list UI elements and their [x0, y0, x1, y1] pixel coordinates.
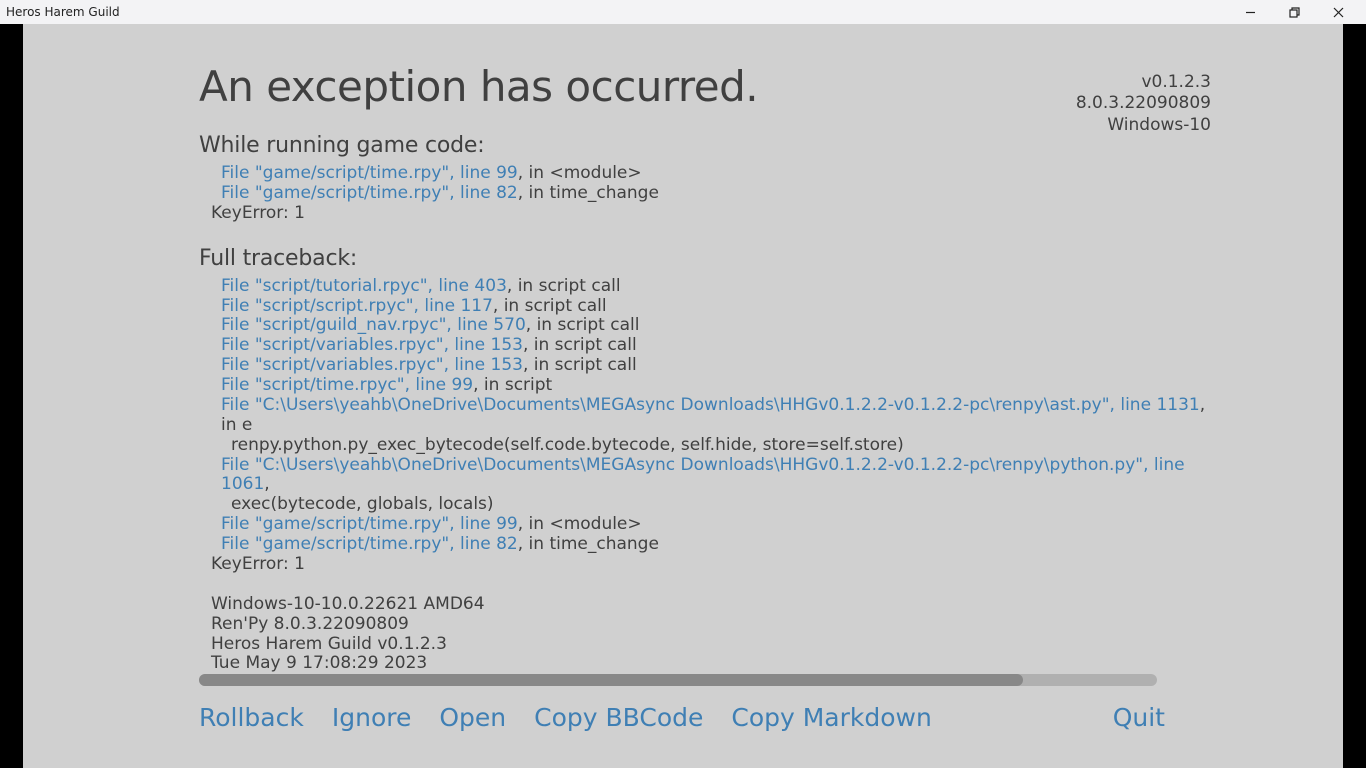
section-running-title: While running game code:: [199, 133, 1213, 158]
trace-file-link[interactable]: File "game/script/time.rpy", line 99: [221, 163, 518, 183]
keyerror-1: KeyError: 1: [199, 204, 1213, 224]
window-titlebar: Heros Harem Guild: [0, 0, 1366, 24]
trace-subline: renpy.python.py_exec_bytecode(self.code.…: [199, 436, 1213, 456]
meta-line: Ren'Py 8.0.3.22090809: [211, 615, 1213, 635]
trace-line: File "game/script/time.rpy", line 82, in…: [199, 184, 1213, 204]
close-icon: [1333, 7, 1344, 18]
trace-line: File "script/variables.rpyc", line 153, …: [199, 336, 1213, 356]
maximize-button[interactable]: [1272, 0, 1316, 24]
meta-line: Windows-10-10.0.22621 AMD64: [211, 595, 1213, 615]
minimize-icon: [1245, 7, 1256, 18]
horizontal-scrollbar[interactable]: [199, 674, 1157, 686]
section-traceback-title: Full traceback:: [199, 246, 1213, 271]
trace-context: , in script call: [523, 335, 637, 355]
meta-line: Tue May 9 17:08:29 2023: [211, 654, 1213, 674]
trace-file-link[interactable]: File "script/script.rpyc", line 117: [221, 296, 493, 316]
trace-line: File "game/script/time.rpy", line 99, in…: [199, 164, 1213, 184]
trace-line: File "C:\Users\yeahb\OneDrive\Documents\…: [199, 456, 1213, 496]
action-buttons: Rollback Ignore Open Copy BBCode Copy Ma…: [199, 703, 1165, 732]
trace-context: , in script: [473, 375, 552, 395]
trace-line: File "script/time.rpyc", line 99, in scr…: [199, 376, 1213, 396]
trace-context: , in script call: [507, 276, 621, 296]
quit-button[interactable]: Quit: [1113, 703, 1165, 732]
maximize-icon: [1289, 7, 1300, 18]
trace-file-link[interactable]: File "script/guild_nav.rpyc", line 570: [221, 315, 526, 335]
trace-file-link[interactable]: File "script/tutorial.rpyc", line 403: [221, 276, 507, 296]
trace-context: , in <module>: [518, 163, 642, 183]
meta-info: Windows-10-10.0.22621 AMD64Ren'Py 8.0.3.…: [199, 595, 1213, 675]
trace-line: File "script/guild_nav.rpyc", line 570, …: [199, 316, 1213, 336]
trace-file-link[interactable]: File "C:\Users\yeahb\OneDrive\Documents\…: [221, 395, 1200, 415]
window-title: Heros Harem Guild: [6, 5, 120, 19]
exception-screen: v0.1.2.3 8.0.3.22090809 Windows-10 An ex…: [23, 24, 1343, 768]
trace-context: , in time_change: [518, 183, 659, 203]
copy-markdown-button[interactable]: Copy Markdown: [731, 703, 931, 732]
open-button[interactable]: Open: [439, 703, 506, 732]
trace-subline: exec(bytecode, globals, locals): [199, 495, 1213, 515]
trace-file-link[interactable]: File "C:\Users\yeahb\OneDrive\Documents\…: [221, 455, 1185, 495]
trace-context: , in time_change: [518, 534, 659, 554]
meta-line: Heros Harem Guild v0.1.2.3: [211, 635, 1213, 655]
trace-file-link[interactable]: File "game/script/time.rpy", line 82: [221, 534, 518, 554]
trace-line: File "script/script.rpyc", line 117, in …: [199, 297, 1213, 317]
trace-context: , in <module>: [518, 514, 642, 534]
trace-context: , in script call: [526, 315, 640, 335]
keyerror-2: KeyError: 1: [199, 555, 1213, 575]
minimize-button[interactable]: [1228, 0, 1272, 24]
trace-context: , in script call: [493, 296, 607, 316]
exception-heading: An exception has occurred.: [199, 62, 1213, 111]
ignore-button[interactable]: Ignore: [332, 703, 412, 732]
trace-line: File "C:\Users\yeahb\OneDrive\Documents\…: [199, 396, 1213, 436]
os-name: Windows-10: [1076, 115, 1211, 136]
scrollbar-thumb[interactable]: [199, 674, 1023, 686]
trace-line: File "game/script/time.rpy", line 99, in…: [199, 515, 1213, 535]
trace-file-link[interactable]: File "script/variables.rpyc", line 153: [221, 355, 523, 375]
close-button[interactable]: [1316, 0, 1360, 24]
trace-context: , in script call: [523, 355, 637, 375]
trace-line: File "script/tutorial.rpyc", line 403, i…: [199, 277, 1213, 297]
app-frame: v0.1.2.3 8.0.3.22090809 Windows-10 An ex…: [0, 24, 1366, 768]
trace-line: File "game/script/time.rpy", line 82, in…: [199, 535, 1213, 555]
trace-context: ,: [264, 474, 269, 494]
version-info: v0.1.2.3 8.0.3.22090809 Windows-10: [1076, 72, 1211, 136]
trace-file-link[interactable]: File "script/time.rpyc", line 99: [221, 375, 473, 395]
copy-bbcode-button[interactable]: Copy BBCode: [534, 703, 703, 732]
game-version: v0.1.2.3: [1076, 72, 1211, 93]
trace-file-link[interactable]: File "game/script/time.rpy", line 99: [221, 514, 518, 534]
renpy-version: 8.0.3.22090809: [1076, 93, 1211, 114]
trace-file-link[interactable]: File "script/variables.rpyc", line 153: [221, 335, 523, 355]
trace-file-link[interactable]: File "game/script/time.rpy", line 82: [221, 183, 518, 203]
trace-line: File "script/variables.rpyc", line 153, …: [199, 356, 1213, 376]
rollback-button[interactable]: Rollback: [199, 703, 304, 732]
